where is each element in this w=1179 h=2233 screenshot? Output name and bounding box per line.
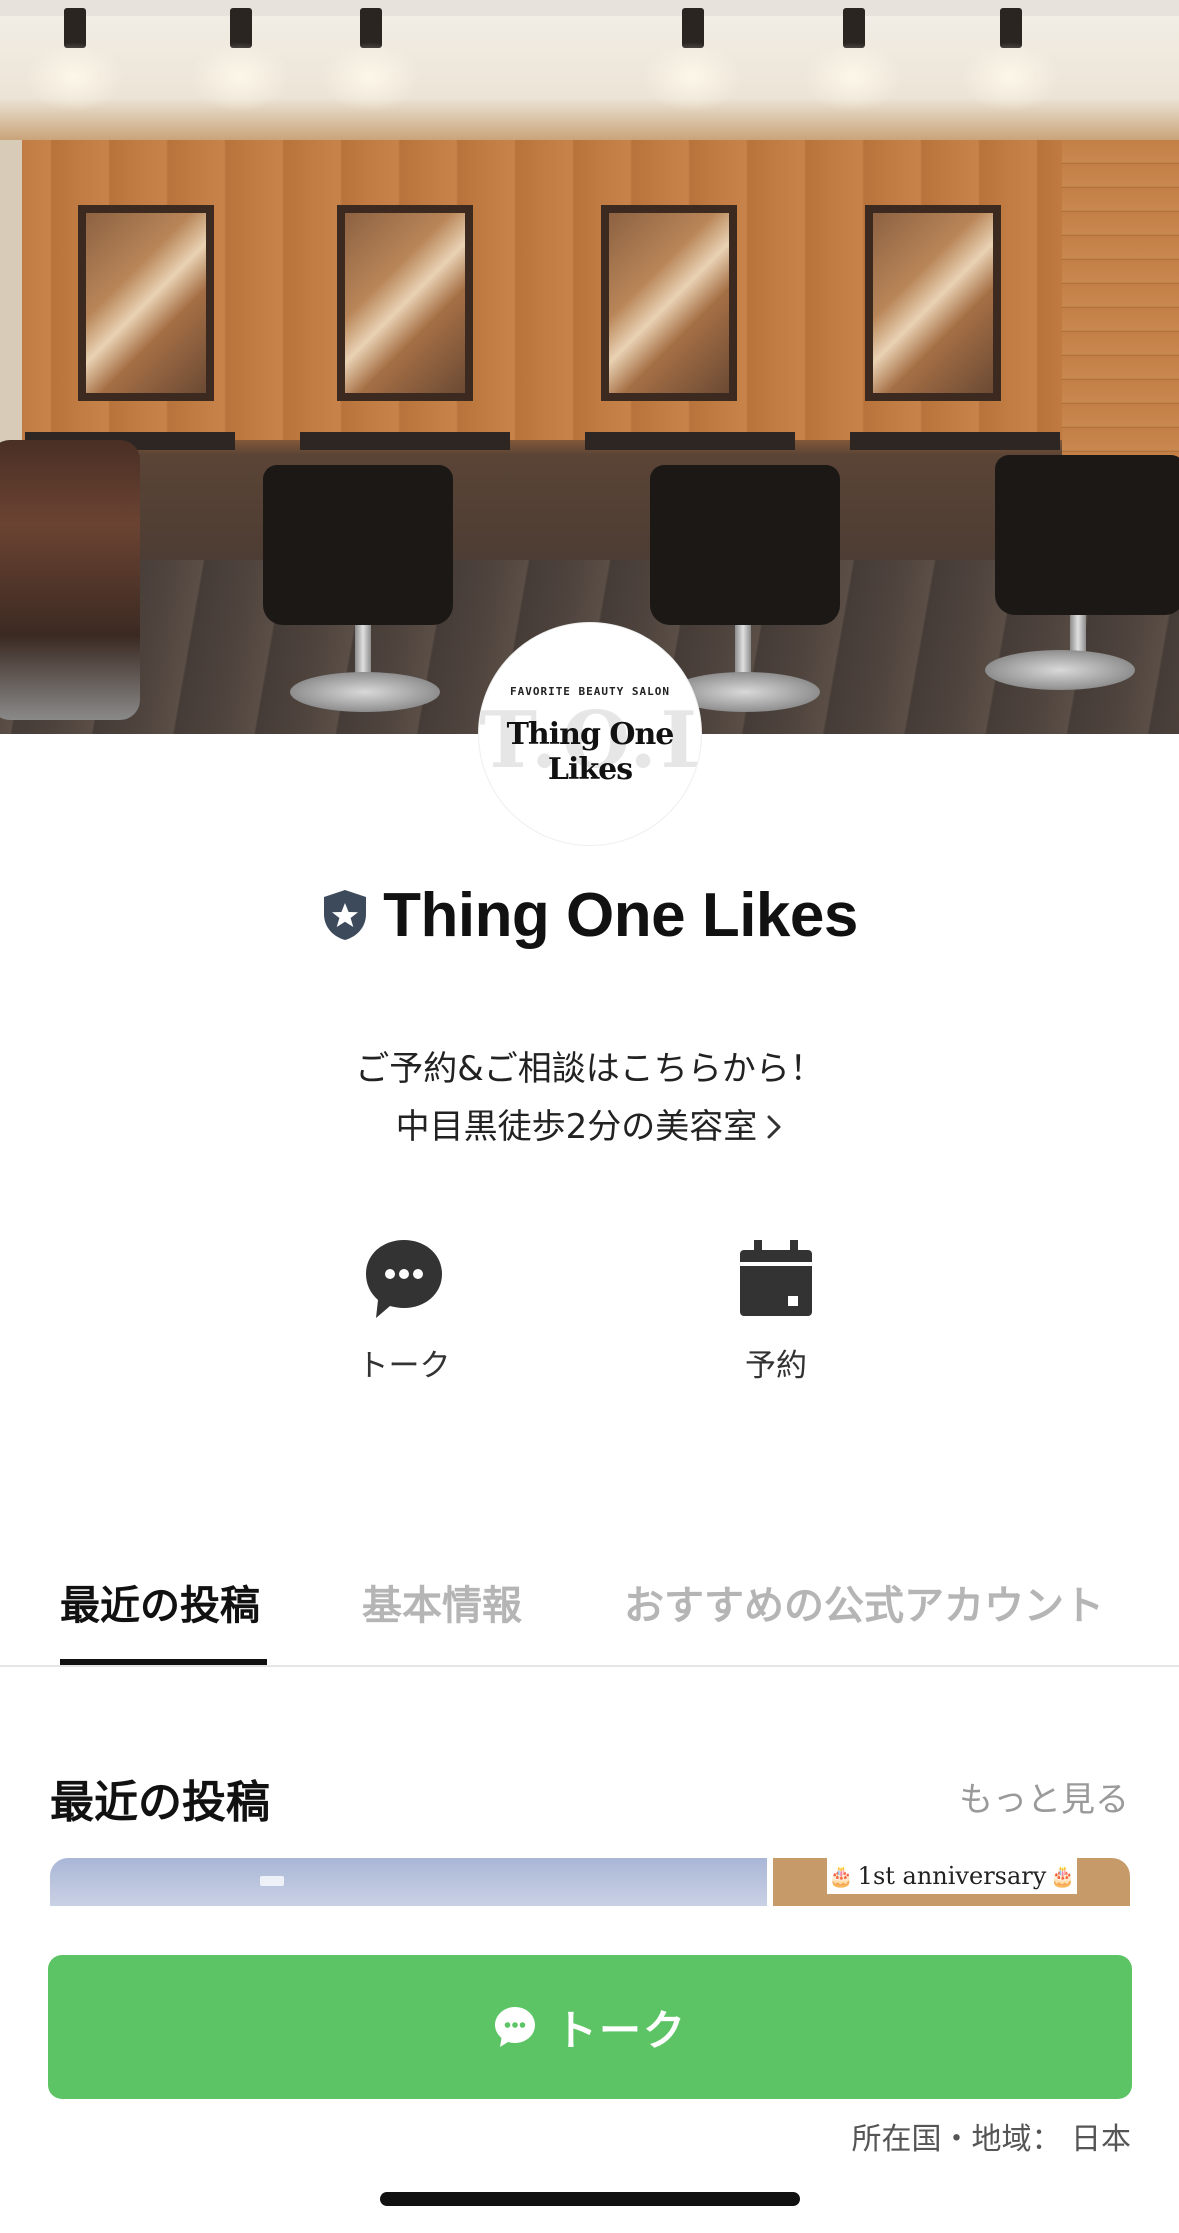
- account-name-row: Thing One Likes: [0, 880, 1179, 950]
- talk-button-label: トーク: [554, 2005, 687, 2055]
- counter: [300, 432, 510, 450]
- cake-icon: 🎂: [1050, 1864, 1076, 1888]
- talk-action-button[interactable]: トーク: [304, 1235, 504, 1385]
- mirror: [78, 205, 214, 401]
- region-label: 所在国・地域： 日本: [851, 2122, 1131, 2157]
- avatar-logo-text: Thing One Likes: [506, 717, 675, 787]
- spotlight: [642, 8, 742, 112]
- calendar-icon: [734, 1235, 818, 1322]
- cover-wall-right: [1062, 140, 1179, 470]
- description-line-2-row[interactable]: 中目黒徒歩2分の美容室: [396, 1098, 784, 1156]
- talk-action-label: トーク: [357, 1348, 451, 1384]
- anniversary-caption: 🎂 1st anniversary 🎂: [827, 1858, 1077, 1894]
- chat-bubble-icon: [494, 2007, 535, 2047]
- tab-basic-info[interactable]: 基本情報: [362, 1573, 522, 1631]
- recent-posts-title: 最近の投稿: [50, 1777, 270, 1828]
- account-name: Thing One Likes: [383, 880, 858, 950]
- talk-button[interactable]: トーク: [48, 1955, 1132, 2099]
- post-thumbnail-light: [260, 1876, 284, 1886]
- chat-bubble-icon: [362, 1235, 446, 1322]
- description-line-2: 中目黒徒歩2分の美容室: [395, 1107, 758, 1147]
- recent-posts-list: 🎂 1st anniversary 🎂: [50, 1858, 1130, 1906]
- counter: [585, 432, 795, 450]
- tab-recommended-accounts[interactable]: おすすめの公式アカウント: [624, 1573, 1104, 1631]
- post-thumbnail[interactable]: 🎂 1st anniversary 🎂: [773, 1858, 1130, 1906]
- chair-base: [985, 650, 1135, 690]
- description-line-1: ご予約&ご相談はこちらから！: [355, 1049, 824, 1089]
- tab-recent-posts[interactable]: 最近の投稿: [60, 1573, 260, 1631]
- spotlight: [960, 8, 1060, 112]
- reservation-action-button[interactable]: 予約: [676, 1235, 876, 1385]
- barber-chair: [0, 440, 140, 720]
- cake-icon: 🎂: [828, 1864, 854, 1888]
- anniversary-caption-text: 1st anniversary: [857, 1862, 1047, 1890]
- action-buttons: トーク 予約: [0, 1235, 1179, 1385]
- chair-base: [290, 672, 440, 712]
- spotlight: [803, 8, 903, 112]
- salon-chair: [650, 465, 840, 625]
- post-thumbnail[interactable]: [50, 1858, 767, 1906]
- home-indicator[interactable]: [380, 2192, 800, 2206]
- counter: [850, 432, 1060, 450]
- spotlight: [320, 8, 420, 112]
- cover-wall-left: [0, 140, 22, 470]
- mirror: [865, 205, 1001, 401]
- salon-chair: [995, 455, 1179, 615]
- avatar-tagline: FAVORITE BEAUTY SALON: [509, 685, 671, 698]
- verified-shield-icon: [324, 890, 367, 940]
- mirror: [337, 205, 473, 401]
- reservation-action-label: 予約: [745, 1348, 807, 1384]
- mirror: [601, 205, 737, 401]
- spotlight: [24, 8, 124, 112]
- chevron-right-icon: [767, 1115, 781, 1139]
- tab-bar: 最近の投稿 基本情報 おすすめの公式アカウント: [0, 1555, 1179, 1667]
- see-more-link[interactable]: もっと見る: [959, 1772, 1129, 1821]
- active-tab-indicator: [60, 1659, 267, 1665]
- spotlight: [190, 8, 290, 112]
- profile-description[interactable]: ご予約&ご相談はこちらから！ 中目黒徒歩2分の美容室: [0, 1040, 1179, 1156]
- profile-avatar[interactable]: T.O.L FAVORITE BEAUTY SALON Thing One Li…: [478, 622, 702, 846]
- salon-chair: [263, 465, 453, 625]
